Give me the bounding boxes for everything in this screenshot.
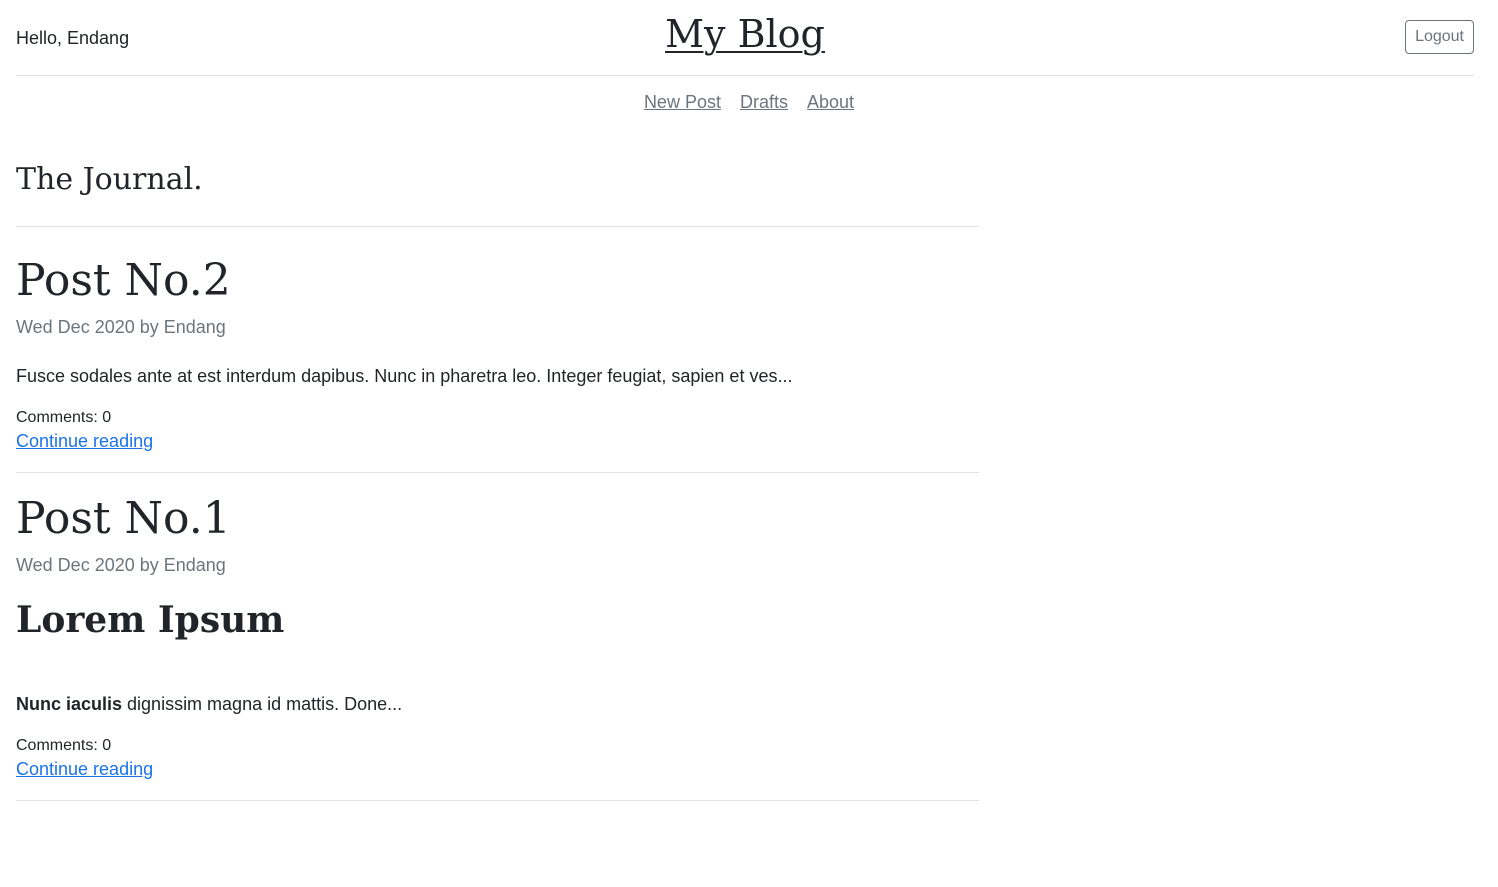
post-meta: Wed Dec 2020 by Endang [16,317,226,337]
site-title: My Blog [16,12,1474,56]
nav-about[interactable]: About [807,92,854,112]
nav-drafts[interactable]: Drafts [740,92,788,112]
continue-reading-link[interactable]: Continue reading [16,431,153,452]
post-excerpt: Fusce sodales ante at est interdum dapib… [16,366,793,386]
post-title: Post No.1 [16,493,231,544]
post-heading: Lorem Ipsum [16,599,285,641]
nav-new-post[interactable]: New Post [644,92,721,112]
site-title-link[interactable]: My Blog [665,12,825,56]
page: Hello, Endang My Blog Logout New Post Dr… [0,0,1498,887]
post-comments-count: Comments: 0 [16,737,112,754]
post-card: Post No.1 Wed Dec 2020 by Endang Lorem I… [16,473,979,801]
post-title: Post No.2 [16,255,231,306]
post-excerpt-text: dignissim magna id mattis. Done... [122,694,403,714]
post-meta: Wed Dec 2020 by Endang [16,555,226,575]
page-title: The Journal. [16,160,979,227]
main-nav: New Post Drafts About [0,92,1498,113]
post-excerpt: Nunc iaculis dignissim magna id mattis. … [16,694,979,715]
continue-reading-link[interactable]: Continue reading [16,759,153,780]
logout-button[interactable]: Logout [1405,20,1474,54]
main-content: The Journal. Post No.2 Wed Dec 2020 by E… [16,160,979,801]
post-comments-count: Comments: 0 [16,409,112,426]
site-header: Hello, Endang My Blog Logout [16,0,1474,76]
post-excerpt-bold: Nunc iaculis [16,694,123,714]
post-card: Post No.2 Wed Dec 2020 by Endang Fusce s… [16,227,979,473]
